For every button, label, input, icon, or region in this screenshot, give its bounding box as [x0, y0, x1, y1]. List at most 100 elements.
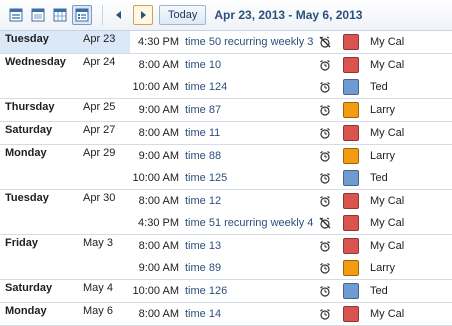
calendar-color-swatch [343, 125, 359, 141]
calendar-name: Ted [370, 172, 388, 184]
alarm-clock-icon [319, 81, 331, 93]
day-name[interactable]: Saturday [0, 280, 78, 302]
day-name[interactable]: Monday [0, 303, 78, 325]
alarm-clock-icon [319, 172, 331, 184]
event-time: 4:30 PM [138, 217, 179, 229]
event-title[interactable]: time 13 [179, 240, 319, 252]
day-events: 8:00 AM time 12 My Cal 4:30 PM time 51 recur… [130, 190, 452, 234]
calendar-color-swatch [343, 193, 359, 209]
event-row[interactable]: 4:30 PM time 51 recurring weekly 4 My Cal [130, 212, 452, 234]
event-row[interactable]: 8:00 AM time 13 My Cal [130, 235, 452, 257]
calendar-color-swatch [343, 238, 359, 254]
event-time: 9:00 AM [138, 262, 179, 274]
day-name[interactable]: Monday [0, 145, 78, 189]
event-row[interactable]: 4:30 PM time 50 recurring weekly 3 My Cal [130, 31, 452, 53]
day-name[interactable]: Saturday [0, 122, 78, 144]
event-row[interactable]: 10:00 AM time 124 Ted [130, 76, 452, 98]
day-name[interactable]: Tuesday [0, 31, 78, 53]
calendar-name: My Cal [370, 36, 405, 48]
event-time: 4:30 PM [138, 36, 179, 48]
prev-button[interactable] [109, 5, 129, 25]
event-title[interactable]: time 10 [179, 59, 319, 71]
reminder-off-icon [319, 36, 331, 48]
agenda-list: Tuesday Apr 23 4:30 PM time 50 recurring we… [0, 31, 452, 326]
day-date[interactable]: Apr 30 [78, 190, 130, 234]
calendar-name: My Cal [370, 127, 405, 139]
calendar-color-swatch [343, 306, 359, 322]
week-view-button[interactable] [28, 5, 48, 25]
event-title[interactable]: time 51 recurring weekly 4 [179, 217, 319, 229]
day-date[interactable]: Apr 25 [78, 99, 130, 121]
alarm-clock-icon [319, 262, 331, 274]
event-title[interactable]: time 14 [179, 308, 319, 320]
event-row[interactable]: 8:00 AM time 10 My Cal [130, 54, 452, 76]
next-button[interactable] [133, 5, 153, 25]
calendar-color-swatch [343, 102, 359, 118]
day-name[interactable]: Thursday [0, 99, 78, 121]
agenda-view-icon [75, 8, 89, 22]
day-events: 4:30 PM time 50 recurring weekly 3 My Cal [130, 31, 452, 53]
today-button[interactable]: Today [159, 5, 207, 25]
alarm-clock-icon [319, 240, 331, 252]
event-row[interactable]: 10:00 AM time 126 Ted [130, 280, 452, 302]
event-title[interactable]: time 89 [179, 262, 319, 274]
calendar-name: Larry [370, 150, 396, 162]
event-title[interactable]: time 50 recurring weekly 3 [179, 36, 319, 48]
event-title[interactable]: time 125 [179, 172, 319, 184]
event-time: 8:00 AM [138, 308, 179, 320]
calendar-color-swatch [343, 260, 359, 276]
agenda-day: Wednesday Apr 24 8:00 AM time 10 My Cal 10:00… [0, 54, 452, 99]
day-events: 8:00 AM time 13 My Cal 9:00 AM time 89 Larry [130, 235, 452, 279]
event-title[interactable]: time 11 [179, 127, 319, 139]
calendar-color-swatch [343, 57, 359, 73]
calendar-name: My Cal [370, 240, 405, 252]
calendar-name: Ted [370, 285, 388, 297]
day-view-button[interactable] [6, 5, 26, 25]
event-time: 8:00 AM [138, 59, 179, 71]
event-row[interactable]: 10:00 AM time 125 Ted [130, 167, 452, 189]
event-title[interactable]: time 88 [179, 150, 319, 162]
day-name[interactable]: Friday [0, 235, 78, 279]
event-row[interactable]: 9:00 AM time 89 Larry [130, 257, 452, 279]
alarm-clock-icon [319, 308, 331, 320]
event-row[interactable]: 8:00 AM time 12 My Cal [130, 190, 452, 212]
day-date[interactable]: May 4 [78, 280, 130, 302]
day-date[interactable]: Apr 24 [78, 54, 130, 98]
event-title[interactable]: time 124 [179, 81, 319, 93]
calendar-name: Larry [370, 104, 396, 116]
event-title[interactable]: time 12 [179, 195, 319, 207]
event-row[interactable]: 8:00 AM time 14 My Cal [130, 303, 452, 325]
day-date[interactable]: Apr 29 [78, 145, 130, 189]
agenda-view-button[interactable] [72, 5, 92, 25]
agenda-day: Friday May 3 8:00 AM time 13 My Cal 9:00 AM ti… [0, 235, 452, 280]
day-date[interactable]: Apr 23 [78, 31, 130, 53]
event-title[interactable]: time 87 [179, 104, 319, 116]
day-date[interactable]: May 3 [78, 235, 130, 279]
calendar-color-swatch [343, 79, 359, 95]
event-row[interactable]: 8:00 AM time 11 My Cal [130, 122, 452, 144]
agenda-day: Monday May 6 8:00 AM time 14 My Cal [0, 303, 452, 326]
day-name[interactable]: Wednesday [0, 54, 78, 98]
month-view-button[interactable] [50, 5, 70, 25]
alarm-clock-icon [319, 104, 331, 116]
calendar-name: My Cal [370, 308, 405, 320]
event-time: 8:00 AM [138, 240, 179, 252]
event-row[interactable]: 9:00 AM time 88 Larry [130, 145, 452, 167]
agenda-day: Thursday Apr 25 9:00 AM time 87 Larry [0, 99, 452, 122]
calendar-color-swatch [343, 283, 359, 299]
event-time: 8:00 AM [138, 127, 179, 139]
event-title[interactable]: time 126 [179, 285, 319, 297]
day-events: 8:00 AM time 10 My Cal 10:00 AM time 124 Ted [130, 54, 452, 98]
event-row[interactable]: 9:00 AM time 87 Larry [130, 99, 452, 121]
calendar-name: Larry [370, 262, 396, 274]
day-events: 9:00 AM time 88 Larry 10:00 AM time 125 Ted [130, 145, 452, 189]
agenda-day: Tuesday Apr 23 4:30 PM time 50 recurring we… [0, 31, 452, 54]
agenda-day: Saturday May 4 10:00 AM time 126 Ted [0, 280, 452, 303]
calendar-color-swatch [343, 148, 359, 164]
calendar-color-swatch [343, 170, 359, 186]
event-time: 9:00 AM [138, 104, 179, 116]
calendar-color-swatch [343, 215, 359, 231]
day-name[interactable]: Tuesday [0, 190, 78, 234]
day-date[interactable]: Apr 27 [78, 122, 130, 144]
day-date[interactable]: May 6 [78, 303, 130, 325]
